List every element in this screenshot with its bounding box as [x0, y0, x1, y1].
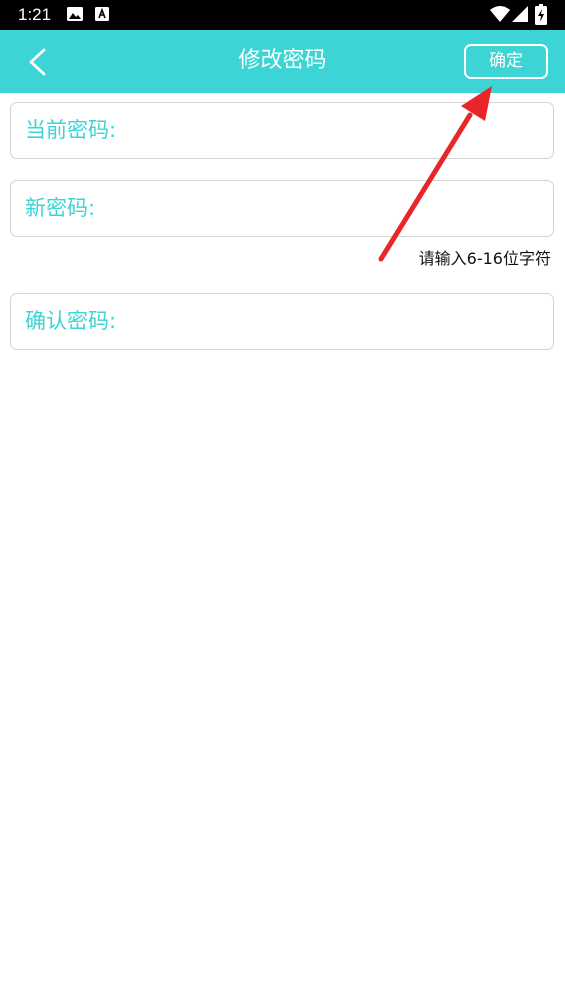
confirm-password-field[interactable]: 确认密码: — [10, 293, 554, 350]
image-icon — [67, 7, 83, 21]
current-password-field[interactable]: 当前密码: — [10, 102, 554, 159]
wifi-icon — [490, 6, 510, 22]
current-password-label: 当前密码: — [25, 118, 117, 142]
new-password-field[interactable]: 新密码: — [10, 180, 554, 237]
text-a-icon — [95, 7, 109, 21]
confirm-button[interactable]: 确定 — [464, 44, 548, 79]
new-password-hint: 请输入6-16位字符 — [418, 249, 551, 268]
status-bar: 1:21 — [0, 0, 565, 30]
status-time: 1:21 — [18, 5, 52, 24]
signal-icon — [512, 6, 528, 22]
new-password-label: 新密码: — [25, 196, 96, 220]
confirm-password-label: 确认密码: — [25, 309, 117, 333]
app-bar: 修改密码 确定 — [0, 30, 565, 93]
battery-charging-icon — [535, 4, 547, 25]
